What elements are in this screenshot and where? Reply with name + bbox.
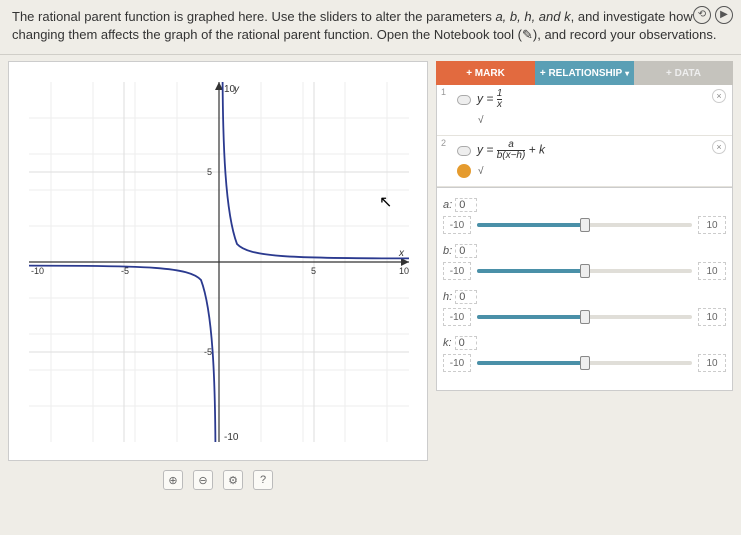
slider-label: b: 0	[443, 244, 726, 258]
slider-max[interactable]: 10	[698, 262, 726, 280]
slider-thumb[interactable]	[580, 218, 590, 232]
visibility-toggle[interactable]	[457, 146, 471, 156]
instructions-text: The rational parent function is graphed …	[0, 0, 741, 55]
slider-thumb[interactable]	[580, 264, 590, 278]
graph-svg: 10 y -10 x 10 -10 -5 5 5 -5	[9, 62, 429, 462]
settings-button[interactable]: ⚙	[223, 470, 243, 490]
graph-canvas[interactable]: 10 y -10 x 10 -10 -5 5 5 -5 ↖	[8, 61, 428, 461]
slider-k: k: 0 -10 10	[443, 336, 726, 372]
play-icon: ▶	[720, 8, 728, 22]
slider-track[interactable]	[477, 356, 692, 370]
row-number: 2	[441, 138, 446, 148]
tab-data[interactable]: + DATA	[634, 61, 733, 85]
graph-toolbar: ⊕ ⊖ ⚙ ?	[8, 465, 428, 495]
color-swatch[interactable]	[457, 113, 471, 127]
color-swatch[interactable]	[457, 164, 471, 178]
slider-max[interactable]: 10	[698, 354, 726, 372]
slider-label: h: 0	[443, 290, 726, 304]
radical-icon: √	[477, 165, 485, 178]
curve-right-branch	[223, 82, 409, 258]
radical-icon: √	[477, 114, 485, 127]
slider-value[interactable]: 0	[455, 198, 477, 212]
slider-thumb[interactable]	[580, 310, 590, 324]
tab-mark[interactable]: + MARK	[436, 61, 535, 85]
function-list: 1 × y = 1x √ 2 ×	[436, 85, 733, 188]
slider-min[interactable]: -10	[443, 308, 471, 326]
slider-b: b: 0 -10 10	[443, 244, 726, 280]
svg-text:-10: -10	[31, 266, 44, 276]
y-axis-label: y	[233, 84, 240, 95]
play-button[interactable]: ▶	[715, 6, 733, 24]
slider-min[interactable]: -10	[443, 262, 471, 280]
tabs: + MARK + RELATIONSHIP▾ + DATA	[436, 61, 733, 85]
chevron-down-icon: ▾	[625, 69, 629, 78]
slider-value[interactable]: 0	[455, 290, 477, 304]
help-button[interactable]: ?	[253, 470, 273, 490]
help-icon: ?	[260, 474, 266, 486]
slider-track[interactable]	[477, 218, 692, 232]
tab-relationship[interactable]: + RELATIONSHIP▾	[535, 61, 634, 85]
svg-text:5: 5	[207, 167, 212, 177]
svg-text:5: 5	[311, 266, 316, 276]
slider-label: k: 0	[443, 336, 726, 350]
close-icon: ×	[716, 142, 721, 152]
rewind-button[interactable]: ⟲	[693, 6, 711, 24]
close-icon: ×	[716, 91, 721, 101]
slider-label: a: 0	[443, 198, 726, 212]
y-min-label: -10	[224, 432, 239, 443]
slider-track[interactable]	[477, 264, 692, 278]
function-row-1: 1 × y = 1x √	[437, 85, 732, 136]
slider-thumb[interactable]	[580, 356, 590, 370]
x-axis-label: x	[398, 248, 405, 259]
row-number: 1	[441, 87, 446, 97]
gear-icon: ⚙	[228, 474, 238, 487]
slider-h: h: 0 -10 10	[443, 290, 726, 326]
zoom-in-button[interactable]: ⊕	[163, 470, 183, 490]
formula-text: y = ab(x−h) + k	[477, 140, 545, 161]
slider-a: a: 0 -10 10	[443, 198, 726, 234]
slider-max[interactable]: 10	[698, 216, 726, 234]
zoom-out-icon: ⊖	[198, 474, 207, 487]
slider-value[interactable]: 0	[455, 244, 477, 258]
visibility-toggle[interactable]	[457, 95, 471, 105]
rewind-icon: ⟲	[698, 8, 706, 22]
function-row-2: 2 × y = ab(x−h) + k √	[437, 136, 732, 187]
formula-text: y = 1x	[477, 89, 502, 110]
sliders-panel: a: 0 -10 10 b: 0 -10 10 h: 0 -10 10 k: 0 -10 10	[436, 188, 733, 391]
zoom-out-button[interactable]: ⊖	[193, 470, 213, 490]
svg-text:-5: -5	[204, 347, 212, 357]
slider-value[interactable]: 0	[455, 336, 477, 350]
curve-left-branch	[29, 266, 215, 442]
slider-min[interactable]: -10	[443, 216, 471, 234]
slider-track[interactable]	[477, 310, 692, 324]
svg-text:10: 10	[399, 266, 409, 276]
zoom-in-icon: ⊕	[168, 474, 177, 487]
slider-max[interactable]: 10	[698, 308, 726, 326]
slider-min[interactable]: -10	[443, 354, 471, 372]
